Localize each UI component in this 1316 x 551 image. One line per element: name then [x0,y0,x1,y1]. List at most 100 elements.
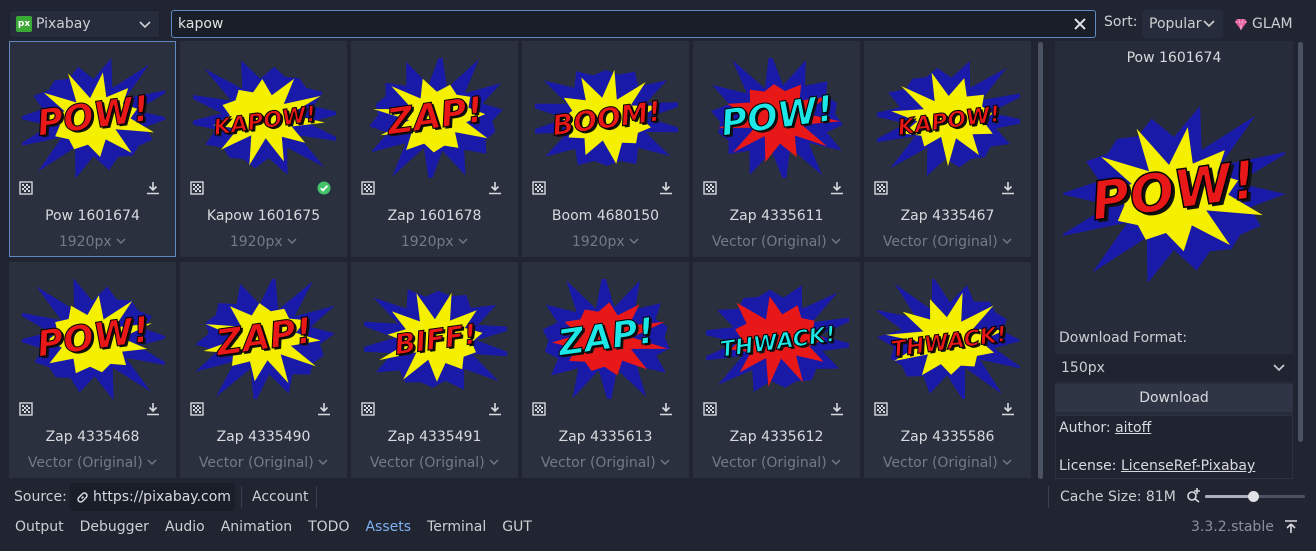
chevron-down-icon [1273,364,1285,372]
download-icon[interactable] [830,181,844,195]
close-icon[interactable] [1071,15,1089,33]
tab-debugger[interactable]: Debugger [80,519,149,535]
preview-scrollbar[interactable] [1297,42,1304,479]
asset-format-select[interactable]: Vector (Original) [865,455,1030,471]
asset-card[interactable]: ZAP! ZAP! Zap 4335490 Vector (Original) [180,262,347,478]
asset-format-select[interactable]: Vector (Original) [523,455,688,471]
asset-card[interactable]: KAPOW! KAPOW! Zap 4335467 Vector (Original) [864,41,1031,257]
pin-panel-icon[interactable] [1283,519,1299,535]
asset-card[interactable]: POW! POW! Pow 1601674 1920px [9,41,176,257]
asset-format: 1920px [229,234,288,250]
tab-animation[interactable]: Animation [221,519,292,535]
asset-format: Vector (Original) [27,455,148,471]
asset-card[interactable]: THWACK! THWACK! Zap 4335612 Vector (Origina… [693,262,860,478]
asset-thumbnail[interactable]: KAPOW!KAPOW! [193,58,336,178]
search-input[interactable]: kapow [171,10,1096,38]
asset-thumbnail[interactable]: ZAP!ZAP! [535,279,678,399]
download-icon[interactable] [659,181,673,195]
asset-format-select[interactable]: Vector (Original) [865,234,1030,250]
chevron-down-icon [116,238,126,244]
tab-assets[interactable]: Assets [365,519,411,535]
asset-thumbnail[interactable]: THWACK!THWACK! [877,279,1020,399]
download-icon[interactable] [146,402,160,416]
asset-format: Vector (Original) [711,455,832,471]
asset-format-select[interactable]: Vector (Original) [694,455,859,471]
asset-format-select[interactable]: 1920px [523,234,688,250]
asset-card[interactable]: POW! POW! Zap 4335468 Vector (Original) [9,262,176,478]
glam-button[interactable]: GLAM [1234,10,1293,38]
asset-title: Kapow 1601675 [206,208,321,224]
download-format-select[interactable]: 150px [1055,354,1293,382]
tab-output[interactable]: Output [15,519,64,535]
image-icon [703,181,717,195]
asset-thumbnail[interactable]: KAPOW!KAPOW! [877,58,1020,178]
download-icon[interactable] [488,181,502,195]
image-icon [874,402,888,416]
license-label: License: [1059,458,1117,474]
scrollbar-thumb[interactable] [1298,42,1303,442]
asset-format-select[interactable]: 1920px [10,234,175,250]
asset-thumbnail[interactable]: BIFF!BIFF! [364,279,507,399]
asset-format: 1920px [58,234,117,250]
asset-card[interactable]: POW! POW! Zap 4335611 Vector (Original) [693,41,860,257]
chevron-down-icon [318,459,328,465]
account-button[interactable]: Account [252,489,309,505]
asset-card[interactable]: KAPOW! KAPOW! Kapow 1601675 1920px [180,41,347,257]
asset-format-select[interactable]: Vector (Original) [10,455,175,471]
asset-title: Zap 4335613 [558,429,653,445]
asset-thumbnail[interactable]: BOOM!BOOM! [535,58,678,178]
source-label: Source: [14,489,67,505]
asset-thumbnail[interactable]: POW!POW! [706,58,849,178]
tab-audio[interactable]: Audio [165,519,205,535]
asset-format-select[interactable]: Vector (Original) [352,455,517,471]
asset-title: Zap 1601678 [387,208,482,224]
asset-format-select[interactable]: Vector (Original) [694,234,859,250]
chevron-down-icon [139,21,151,29]
zoom-slider[interactable] [1205,491,1305,502]
version-label: 3.3.2.stable [1191,519,1274,535]
asset-card[interactable]: BIFF! BIFF! Zap 4335491 Vector (Original) [351,262,518,478]
asset-thumbnail[interactable]: THWACK!THWACK! [706,279,849,399]
preview-image: POW!POW! [1063,106,1285,282]
scrollbar-thumb[interactable] [1038,42,1043,479]
tab-terminal[interactable]: Terminal [427,519,486,535]
grid-scrollbar[interactable] [1037,42,1044,479]
source-link-button[interactable]: https://pixabay.com [70,483,235,511]
download-icon[interactable] [659,402,673,416]
asset-format: Vector (Original) [198,455,319,471]
download-icon[interactable] [488,402,502,416]
zoom-in-icon[interactable] [1186,487,1202,503]
download-icon[interactable] [1001,402,1015,416]
image-icon [190,402,204,416]
image-icon [874,181,888,195]
provider-select[interactable]: px Pixabay [9,10,160,38]
asset-card[interactable]: THWACK! THWACK! Zap 4335586 Vector (Origina… [864,262,1031,478]
zoom-slider-knob[interactable] [1248,491,1259,502]
asset-title: Zap 4335468 [45,429,140,445]
tab-gut[interactable]: GUT [502,519,532,535]
download-icon[interactable] [146,181,160,195]
asset-thumbnail[interactable]: POW!POW! [22,58,165,178]
asset-format: Vector (Original) [369,455,490,471]
asset-format-select[interactable]: 1920px [352,234,517,250]
download-icon[interactable] [830,402,844,416]
image-icon [19,402,33,416]
asset-format-select[interactable]: 1920px [181,234,346,250]
author-link[interactable]: aitoff [1115,420,1151,436]
zoom-slider-fill [1205,495,1253,498]
asset-card[interactable]: ZAP! ZAP! Zap 4335613 Vector (Original) [522,262,689,478]
sort-select[interactable]: Popular [1142,10,1223,38]
tab-todo[interactable]: TODO [308,519,349,535]
asset-thumbnail[interactable]: ZAP!ZAP! [193,279,336,399]
download-icon[interactable] [317,402,331,416]
download-button[interactable]: Download [1055,384,1293,412]
asset-card[interactable]: BOOM! BOOM! Boom 4680150 1920px [522,41,689,257]
download-icon[interactable] [1001,181,1015,195]
chevron-down-icon [287,238,297,244]
asset-thumbnail[interactable]: ZAP!ZAP! [364,58,507,178]
asset-format-select[interactable]: Vector (Original) [181,455,346,471]
license-link[interactable]: LicenseRef-Pixabay [1121,458,1255,474]
asset-card[interactable]: ZAP! ZAP! Zap 1601678 1920px [351,41,518,257]
pixabay-logo: px [16,16,32,32]
asset-thumbnail[interactable]: POW!POW! [22,279,165,399]
